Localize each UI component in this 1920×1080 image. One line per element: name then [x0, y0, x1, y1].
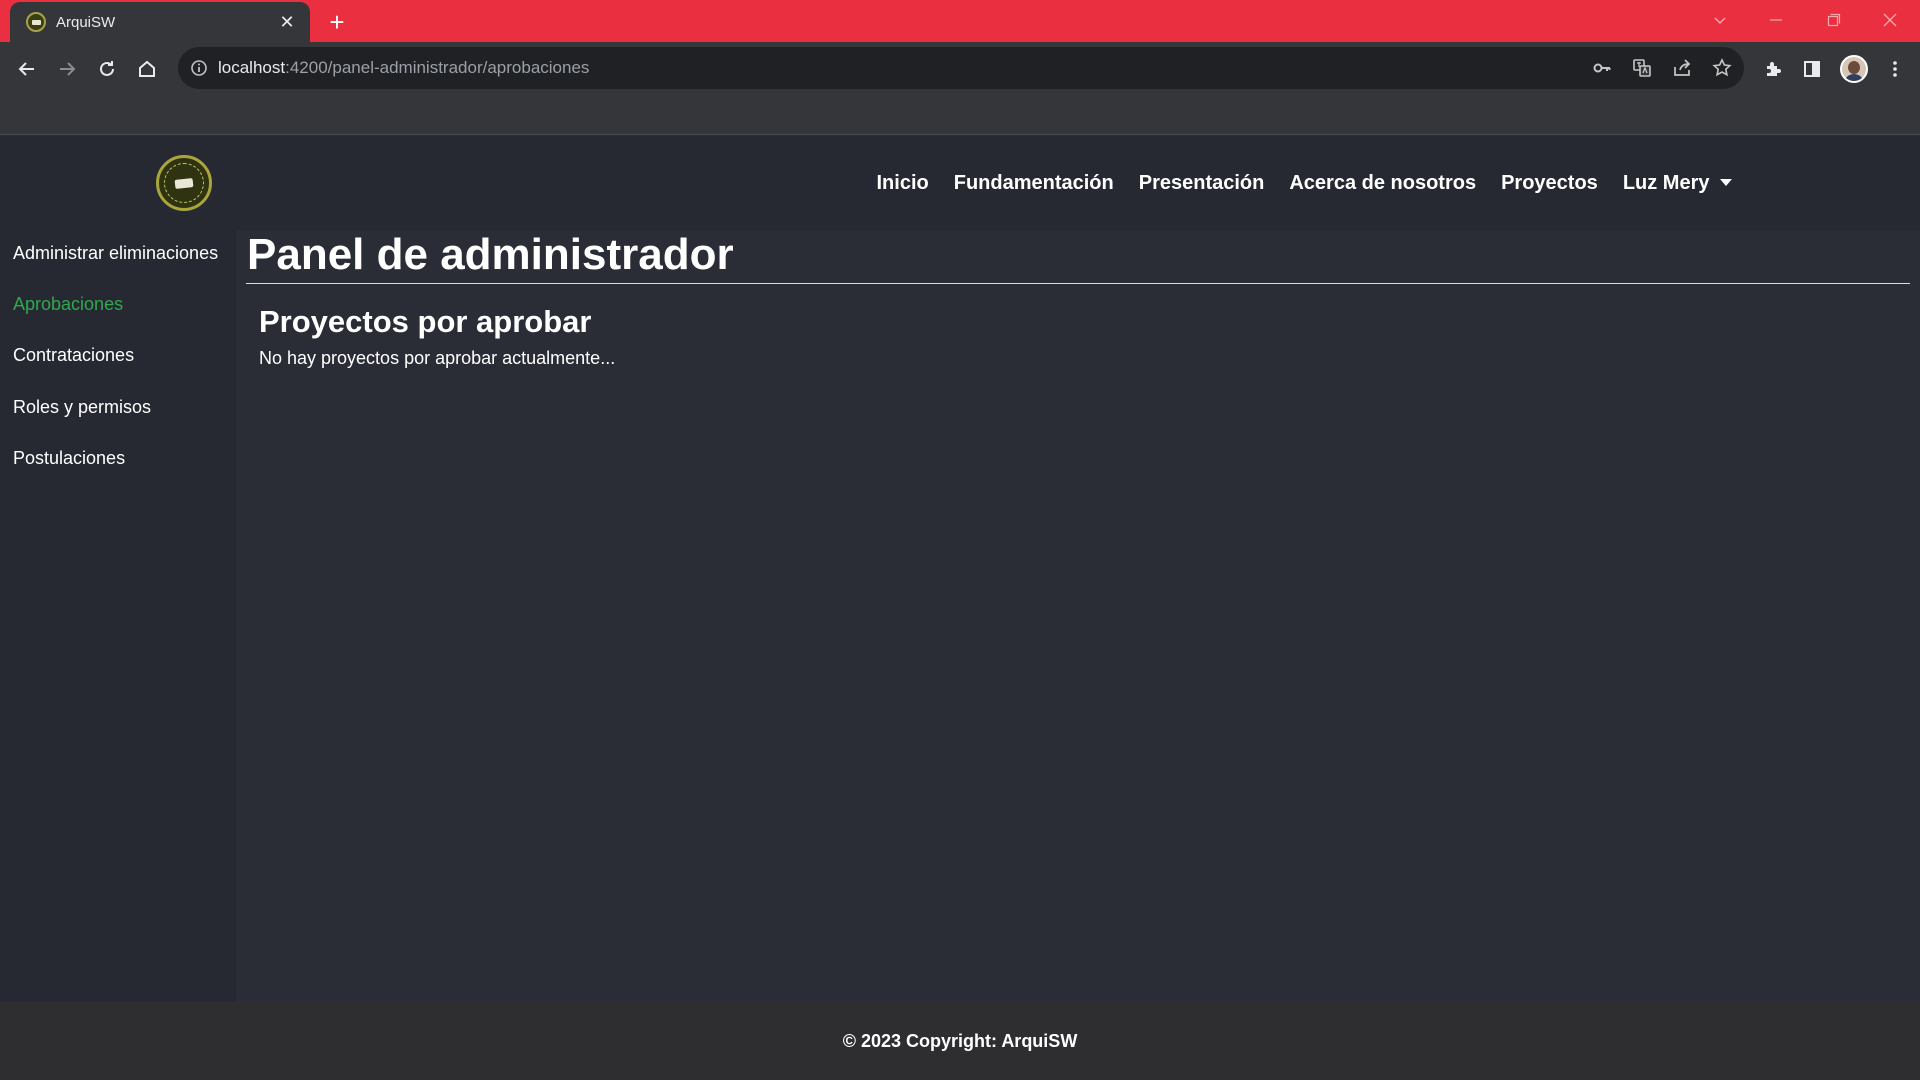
- reload-icon[interactable]: [92, 54, 122, 84]
- tab-close-icon[interactable]: ✕: [276, 11, 298, 33]
- forward-arrow-icon[interactable]: [52, 54, 82, 84]
- sidebar-item-roles-y-permisos[interactable]: Roles y permisos: [13, 397, 151, 418]
- section-title: Proyectos por aprobar: [259, 304, 592, 339]
- bookmarks-bar: [0, 94, 1920, 135]
- nav-link-presentacion[interactable]: Presentación: [1126, 172, 1277, 195]
- user-menu-label: Luz Mery: [1622, 171, 1710, 194]
- nav-link-inicio[interactable]: Inicio: [864, 172, 941, 195]
- copyright-text: © 2023 Copyright: ArquiSW: [842, 1030, 1078, 1051]
- caret-down-icon: [1719, 178, 1732, 186]
- nav-links: Inicio Fundamentación Presentación Acerc…: [864, 136, 1744, 230]
- browser-tab[interactable]: ArquiSW ✕: [10, 2, 310, 42]
- extensions-icon[interactable]: [1758, 54, 1788, 84]
- nav-link-proyectos[interactable]: Proyectos: [1489, 172, 1611, 195]
- page-footer: © 2023 Copyright: ArquiSW: [0, 1002, 1920, 1080]
- user-menu-dropdown[interactable]: Luz Mery: [1610, 172, 1744, 195]
- new-tab-button[interactable]: +: [322, 7, 352, 37]
- main-content: Panel de administrador Proyectos por apr…: [236, 230, 1920, 1002]
- side-panel-icon[interactable]: [1797, 54, 1827, 84]
- minimize-button[interactable]: [1748, 0, 1804, 40]
- page-title: Panel de administrador: [247, 230, 734, 279]
- back-arrow-icon[interactable]: [12, 54, 42, 84]
- sidebar-item-postulaciones[interactable]: Postulaciones: [13, 448, 125, 469]
- browser-tabstrip: ArquiSW ✕ +: [0, 0, 1920, 42]
- logo-emblem-icon: [164, 163, 204, 203]
- empty-state-message: No hay proyectos por aprobar actualmente…: [259, 348, 616, 368]
- browser-toolbar: localhost:4200/panel-administrador/aprob…: [0, 42, 1920, 94]
- nav-link-acerca-de-nosotros[interactable]: Acerca de nosotros: [1277, 172, 1489, 195]
- sidebar-item-contrataciones[interactable]: Contrataciones: [13, 345, 134, 366]
- nav-link-fundamentacion[interactable]: Fundamentación: [941, 172, 1126, 195]
- site-logo[interactable]: [156, 155, 212, 211]
- sidebar-item-aprobaciones[interactable]: Aprobaciones: [13, 294, 123, 315]
- profile-avatar[interactable]: [1840, 55, 1868, 83]
- browser-menu-icon[interactable]: [1880, 54, 1910, 84]
- tab-title: ArquiSW: [56, 13, 116, 31]
- site-favicon-icon: [26, 12, 46, 32]
- url-text: localhost:4200/panel-administrador/aprob…: [218, 58, 589, 78]
- close-window-button[interactable]: [1862, 0, 1918, 40]
- tab-search-icon[interactable]: [1692, 0, 1748, 40]
- site-info-icon[interactable]: [188, 57, 210, 79]
- address-bar[interactable]: localhost:4200/panel-administrador/aprob…: [178, 47, 1744, 89]
- url-host: localhost: [218, 58, 286, 77]
- home-icon[interactable]: [132, 54, 162, 84]
- key-icon[interactable]: [1590, 56, 1614, 80]
- bookmark-star-icon[interactable]: [1710, 56, 1734, 80]
- restore-button[interactable]: [1806, 0, 1862, 40]
- sidebar-item-administrar-eliminaciones[interactable]: Administrar eliminaciones: [13, 243, 218, 264]
- admin-sidebar: Administrar eliminaciones Aprobaciones C…: [0, 230, 236, 1002]
- translate-icon[interactable]: [1630, 56, 1654, 80]
- share-icon[interactable]: [1670, 56, 1694, 80]
- url-path: :4200/panel-administrador/aprobaciones: [285, 58, 590, 77]
- app-navbar: Inicio Fundamentación Presentación Acerc…: [0, 136, 1920, 230]
- title-divider: [246, 283, 1910, 284]
